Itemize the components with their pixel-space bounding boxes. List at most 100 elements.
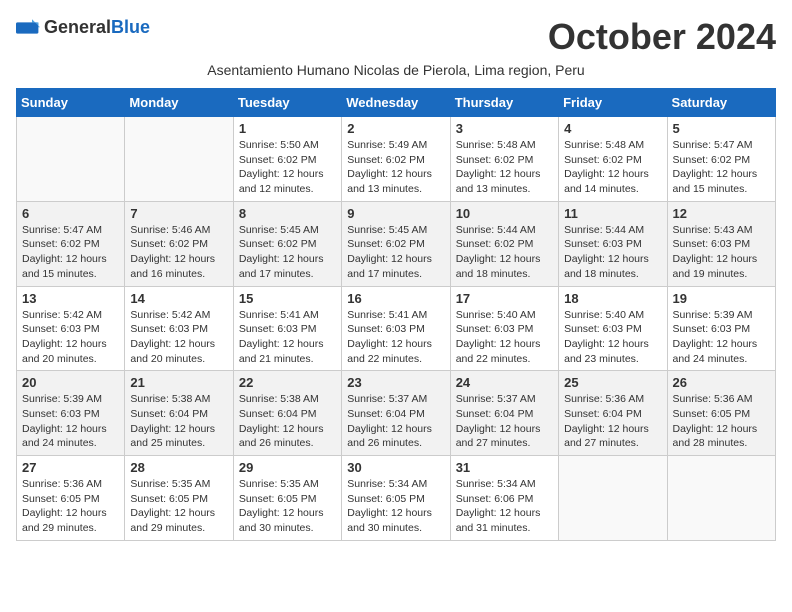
calendar-cell: 17 Sunrise: 5:40 AM Sunset: 6:03 PM Dayli… bbox=[450, 286, 558, 371]
day-info: Sunrise: 5:40 AM Sunset: 6:03 PM Dayligh… bbox=[456, 308, 553, 367]
calendar: SundayMondayTuesdayWednesdayThursdayFrid… bbox=[16, 88, 776, 541]
day-info: Sunrise: 5:47 AM Sunset: 6:02 PM Dayligh… bbox=[673, 138, 770, 197]
calendar-cell: 14Sunrise: 5:42 AM Sunset: 6:03 PM Dayli… bbox=[125, 286, 233, 371]
day-info: Sunrise: 5:36 AM Sunset: 6:05 PM Dayligh… bbox=[22, 477, 119, 536]
day-number: 30 bbox=[347, 460, 444, 475]
logo: GeneralBlue bbox=[16, 16, 150, 40]
calendar-cell: 2 Sunrise: 5:49 AM Sunset: 6:02 PM Daylig… bbox=[342, 117, 450, 202]
day-number: 8 bbox=[239, 206, 336, 221]
calendar-cell: 20 Sunrise: 5:39 AM Sunset: 6:03 PM Dayli… bbox=[17, 371, 125, 456]
calendar-cell: 23 Sunrise: 5:37 AM Sunset: 6:04 PM Dayli… bbox=[342, 371, 450, 456]
calendar-cell: 28 Sunrise: 5:35 AM Sunset: 6:05 PM Dayli… bbox=[125, 456, 233, 541]
day-number: 4 bbox=[564, 121, 661, 136]
logo-blue: Blue bbox=[111, 17, 150, 37]
day-info: Sunrise: 5:48 AM Sunset: 6:02 PM Dayligh… bbox=[564, 138, 661, 197]
day-info: Sunrise: 5:40 AM Sunset: 6:03 PM Dayligh… bbox=[564, 308, 661, 367]
day-info: Sunrise: 5:35 AM Sunset: 6:05 PM Dayligh… bbox=[130, 477, 227, 536]
calendar-cell: 25 Sunrise: 5:36 AM Sunset: 6:04 PM Dayli… bbox=[559, 371, 667, 456]
calendar-cell bbox=[125, 117, 233, 202]
calendar-cell: 16Sunrise: 5:41 AM Sunset: 6:03 PM Dayli… bbox=[342, 286, 450, 371]
day-info: Sunrise: 5:48 AM Sunset: 6:02 PM Dayligh… bbox=[456, 138, 553, 197]
day-number: 19 bbox=[673, 291, 770, 306]
day-info: Sunrise: 5:44 AM Sunset: 6:02 PM Dayligh… bbox=[456, 223, 553, 282]
day-number: 1 bbox=[239, 121, 336, 136]
calendar-cell: 21 Sunrise: 5:38 AM Sunset: 6:04 PM Dayli… bbox=[125, 371, 233, 456]
calendar-cell: 3 Sunrise: 5:48 AM Sunset: 6:02 PM Daylig… bbox=[450, 117, 558, 202]
day-number: 27 bbox=[22, 460, 119, 475]
weekday-header-tuesday: Tuesday bbox=[233, 89, 341, 117]
day-info: Sunrise: 5:45 AM Sunset: 6:02 PM Dayligh… bbox=[239, 223, 336, 282]
day-number: 20 bbox=[22, 375, 119, 390]
month-title: October 2024 bbox=[548, 16, 776, 58]
day-info: Sunrise: 5:49 AM Sunset: 6:02 PM Dayligh… bbox=[347, 138, 444, 197]
day-number: 9 bbox=[347, 206, 444, 221]
weekday-header-saturday: Saturday bbox=[667, 89, 775, 117]
day-info: Sunrise: 5:39 AM Sunset: 6:03 PM Dayligh… bbox=[673, 308, 770, 367]
day-number: 31 bbox=[456, 460, 553, 475]
day-info: Sunrise: 5:36 AM Sunset: 6:05 PM Dayligh… bbox=[673, 392, 770, 451]
day-number: 23 bbox=[347, 375, 444, 390]
day-number: 18 bbox=[564, 291, 661, 306]
calendar-cell: 5 Sunrise: 5:47 AM Sunset: 6:02 PM Daylig… bbox=[667, 117, 775, 202]
day-number: 17 bbox=[456, 291, 553, 306]
weekday-header-monday: Monday bbox=[125, 89, 233, 117]
day-info: Sunrise: 5:34 AM Sunset: 6:06 PM Dayligh… bbox=[456, 477, 553, 536]
day-info: Sunrise: 5:42 AM Sunset: 6:03 PM Dayligh… bbox=[130, 308, 227, 367]
day-info: Sunrise: 5:45 AM Sunset: 6:02 PM Dayligh… bbox=[347, 223, 444, 282]
day-number: 5 bbox=[673, 121, 770, 136]
day-number: 2 bbox=[347, 121, 444, 136]
day-info: Sunrise: 5:38 AM Sunset: 6:04 PM Dayligh… bbox=[130, 392, 227, 451]
logo-general: General bbox=[44, 17, 111, 37]
calendar-cell: 31 Sunrise: 5:34 AM Sunset: 6:06 PM Dayli… bbox=[450, 456, 558, 541]
calendar-cell: 12 Sunrise: 5:43 AM Sunset: 6:03 PM Dayli… bbox=[667, 201, 775, 286]
day-number: 29 bbox=[239, 460, 336, 475]
day-number: 26 bbox=[673, 375, 770, 390]
day-number: 3 bbox=[456, 121, 553, 136]
day-info: Sunrise: 5:35 AM Sunset: 6:05 PM Dayligh… bbox=[239, 477, 336, 536]
calendar-cell: 19 Sunrise: 5:39 AM Sunset: 6:03 PM Dayli… bbox=[667, 286, 775, 371]
day-info: Sunrise: 5:34 AM Sunset: 6:05 PM Dayligh… bbox=[347, 477, 444, 536]
calendar-cell: 11Sunrise: 5:44 AM Sunset: 6:03 PM Dayli… bbox=[559, 201, 667, 286]
calendar-cell: 18 Sunrise: 5:40 AM Sunset: 6:03 PM Dayli… bbox=[559, 286, 667, 371]
calendar-cell: 9 Sunrise: 5:45 AM Sunset: 6:02 PM Daylig… bbox=[342, 201, 450, 286]
weekday-header-sunday: Sunday bbox=[17, 89, 125, 117]
day-number: 22 bbox=[239, 375, 336, 390]
calendar-cell: 4 Sunrise: 5:48 AM Sunset: 6:02 PM Daylig… bbox=[559, 117, 667, 202]
day-info: Sunrise: 5:44 AM Sunset: 6:03 PM Dayligh… bbox=[564, 223, 661, 282]
subtitle: Asentamiento Humano Nicolas de Pierola, … bbox=[16, 62, 776, 78]
weekday-header-friday: Friday bbox=[559, 89, 667, 117]
day-number: 12 bbox=[673, 206, 770, 221]
calendar-cell: 10 Sunrise: 5:44 AM Sunset: 6:02 PM Dayli… bbox=[450, 201, 558, 286]
day-info: Sunrise: 5:43 AM Sunset: 6:03 PM Dayligh… bbox=[673, 223, 770, 282]
day-info: Sunrise: 5:37 AM Sunset: 6:04 PM Dayligh… bbox=[347, 392, 444, 451]
calendar-cell: 15 Sunrise: 5:41 AM Sunset: 6:03 PM Dayli… bbox=[233, 286, 341, 371]
day-number: 28 bbox=[130, 460, 227, 475]
day-info: Sunrise: 5:50 AM Sunset: 6:02 PM Dayligh… bbox=[239, 138, 336, 197]
calendar-cell: 22Sunrise: 5:38 AM Sunset: 6:04 PM Dayli… bbox=[233, 371, 341, 456]
day-number: 25 bbox=[564, 375, 661, 390]
day-number: 21 bbox=[130, 375, 227, 390]
calendar-cell: 29 Sunrise: 5:35 AM Sunset: 6:05 PM Dayli… bbox=[233, 456, 341, 541]
calendar-cell bbox=[559, 456, 667, 541]
weekday-header-thursday: Thursday bbox=[450, 89, 558, 117]
logo-icon bbox=[16, 16, 40, 40]
day-info: Sunrise: 5:36 AM Sunset: 6:04 PM Dayligh… bbox=[564, 392, 661, 451]
calendar-cell bbox=[667, 456, 775, 541]
calendar-cell: 30 Sunrise: 5:34 AM Sunset: 6:05 PM Dayli… bbox=[342, 456, 450, 541]
day-info: Sunrise: 5:46 AM Sunset: 6:02 PM Dayligh… bbox=[130, 223, 227, 282]
calendar-cell: 24 Sunrise: 5:37 AM Sunset: 6:04 PM Dayli… bbox=[450, 371, 558, 456]
day-number: 6 bbox=[22, 206, 119, 221]
day-number: 15 bbox=[239, 291, 336, 306]
calendar-cell: 6Sunrise: 5:47 AM Sunset: 6:02 PM Daylig… bbox=[17, 201, 125, 286]
day-number: 24 bbox=[456, 375, 553, 390]
day-number: 16 bbox=[347, 291, 444, 306]
calendar-cell: 27 Sunrise: 5:36 AM Sunset: 6:05 PM Dayli… bbox=[17, 456, 125, 541]
calendar-cell: 26 Sunrise: 5:36 AM Sunset: 6:05 PM Dayli… bbox=[667, 371, 775, 456]
calendar-cell: 13Sunrise: 5:42 AM Sunset: 6:03 PM Dayli… bbox=[17, 286, 125, 371]
day-info: Sunrise: 5:39 AM Sunset: 6:03 PM Dayligh… bbox=[22, 392, 119, 451]
day-info: Sunrise: 5:37 AM Sunset: 6:04 PM Dayligh… bbox=[456, 392, 553, 451]
day-number: 7 bbox=[130, 206, 227, 221]
day-info: Sunrise: 5:42 AM Sunset: 6:03 PM Dayligh… bbox=[22, 308, 119, 367]
day-info: Sunrise: 5:41 AM Sunset: 6:03 PM Dayligh… bbox=[239, 308, 336, 367]
day-number: 10 bbox=[456, 206, 553, 221]
